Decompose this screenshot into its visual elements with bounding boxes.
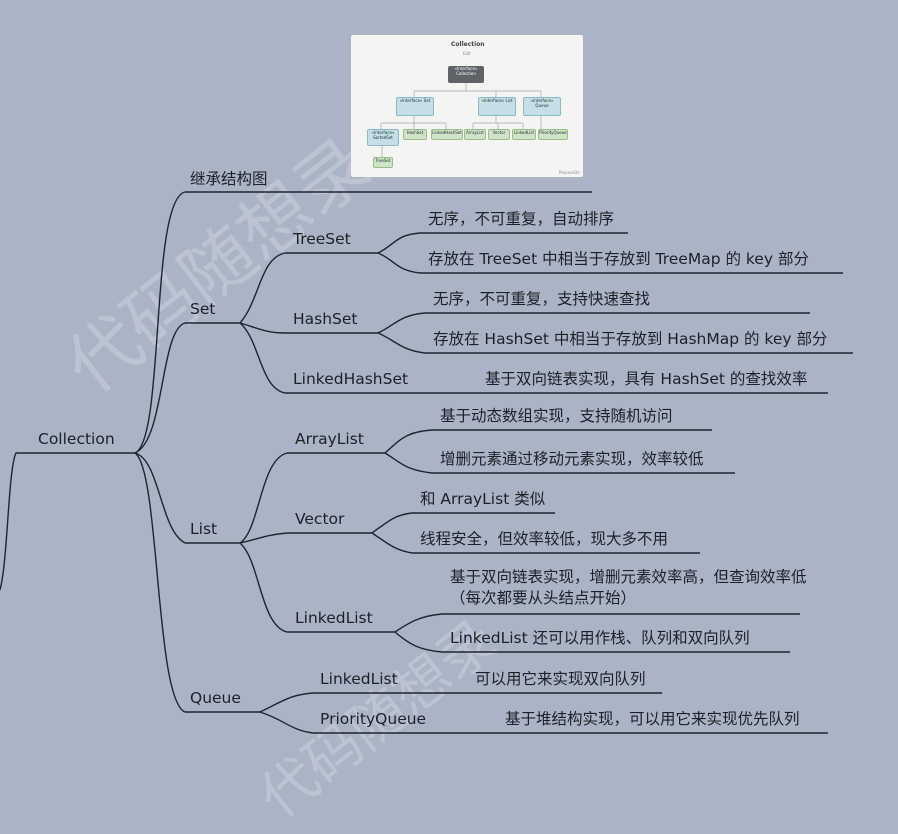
note-linkedhashset-1[interactable]: 基于双向链表实现，具有 HashSet 的查找效率: [485, 369, 807, 389]
note-queue-linkedlist-1[interactable]: 可以用它来实现双向队列: [475, 669, 646, 689]
connector-vector-note1: [371, 512, 413, 534]
node-priorityqueue[interactable]: PriorityQueue: [320, 709, 426, 729]
note-linkedlist-2[interactable]: LinkedList 还可以用作栈、队列和双向队列: [450, 628, 750, 648]
thumb-node-collection: «Interface» Collection: [448, 66, 484, 83]
note-arraylist-2[interactable]: 增删元素通过移动元素实现，效率较低: [440, 449, 704, 469]
node-inheritance-diagram[interactable]: 继承结构图: [190, 169, 268, 189]
note-vector-1[interactable]: 和 ArrayList 类似: [420, 489, 545, 509]
mindmap-canvas: 代码随想录 代码随想录 Collection Edit «Interface» …: [0, 0, 898, 831]
connector-linkedlist-note1: [394, 613, 443, 633]
note-treeset-1[interactable]: 无序，不可重复，自动排序: [428, 209, 614, 229]
note-hashset-1[interactable]: 无序，不可重复，支持快速查找: [433, 289, 650, 309]
note-treeset-2[interactable]: 存放在 TreeSet 中相当于存放到 TreeMap 的 key 部分: [428, 249, 809, 269]
node-vector[interactable]: Vector: [295, 509, 344, 529]
connector-linkedlist-note2: [394, 631, 443, 653]
connector-linkedhashset: [239, 322, 286, 394]
note-linkedlist-1[interactable]: 基于双向链表实现，增删元素效率高，但查询效率低（每次都要从头结点开始）: [450, 567, 820, 609]
inheritance-diagram-thumbnail[interactable]: Collection Edit «Interface» Collection «…: [351, 35, 583, 177]
node-treeset[interactable]: TreeSet: [293, 229, 351, 249]
connector-linkedlist: [239, 542, 288, 633]
node-list[interactable]: List: [190, 519, 217, 539]
thumb-node-linkedlist: LinkedList: [512, 129, 536, 140]
node-arraylist[interactable]: ArrayList: [295, 429, 364, 449]
connector-arraylist: [239, 452, 288, 544]
thumb-node-arraylist: ArrayList: [464, 129, 486, 140]
thumb-brand: ProcessOn: [559, 170, 580, 175]
connector-treeset: [239, 252, 286, 324]
thumb-node-treeset: TreeSet: [373, 157, 393, 168]
connector-trunk: [0, 452, 30, 591]
node-queue[interactable]: Queue: [190, 688, 241, 708]
node-set[interactable]: Set: [190, 299, 215, 319]
note-priorityqueue-1[interactable]: 基于堆结构实现，可以用它来实现优先队列: [505, 709, 800, 729]
connector-hashset-note1: [377, 312, 426, 334]
thumb-node-sortedset: «Interface» SortedSet: [367, 129, 399, 146]
connector-set: [134, 322, 186, 454]
thumb-node-queue: «Interface» Queue: [523, 97, 561, 116]
note-vector-2[interactable]: 线程安全，但效率较低，现大多不用: [420, 529, 668, 549]
thumb-node-hashset: HashSet: [403, 129, 427, 140]
thumb-node-vector: Vector: [488, 129, 510, 140]
thumb-node-linkedhashset: LinkedHashSet: [431, 129, 463, 140]
node-linkedhashset[interactable]: LinkedHashSet: [293, 369, 408, 389]
thumb-node-set: «Interface» Set: [396, 97, 434, 116]
connector-inheritance: [134, 191, 186, 454]
thumb-node-list: «Interface» List: [478, 97, 516, 116]
node-queue-linkedlist[interactable]: LinkedList: [320, 669, 398, 689]
note-hashset-2[interactable]: 存放在 HashSet 中相当于存放到 HashMap 的 key 部分: [433, 329, 827, 349]
connector-treeset-note1: [377, 232, 421, 254]
connector-treeset-note2: [377, 252, 421, 274]
thumb-node-priorityqueue: PriorityQueue: [538, 129, 568, 140]
node-hashset[interactable]: HashSet: [293, 309, 358, 329]
connector-hashset-note2: [377, 332, 426, 354]
connector-arraylist-note1: [384, 429, 433, 454]
connector-vector-note2: [371, 532, 413, 554]
connector-arraylist-note2: [384, 452, 433, 474]
connector-queue: [134, 452, 186, 713]
connector-queue-priorityqueue: [259, 711, 314, 734]
connector-queue-linkedlist: [259, 692, 314, 713]
node-collection[interactable]: Collection: [38, 429, 115, 449]
note-arraylist-1[interactable]: 基于动态数组实现，支持随机访问: [440, 406, 673, 426]
node-linkedlist[interactable]: LinkedList: [295, 608, 373, 628]
